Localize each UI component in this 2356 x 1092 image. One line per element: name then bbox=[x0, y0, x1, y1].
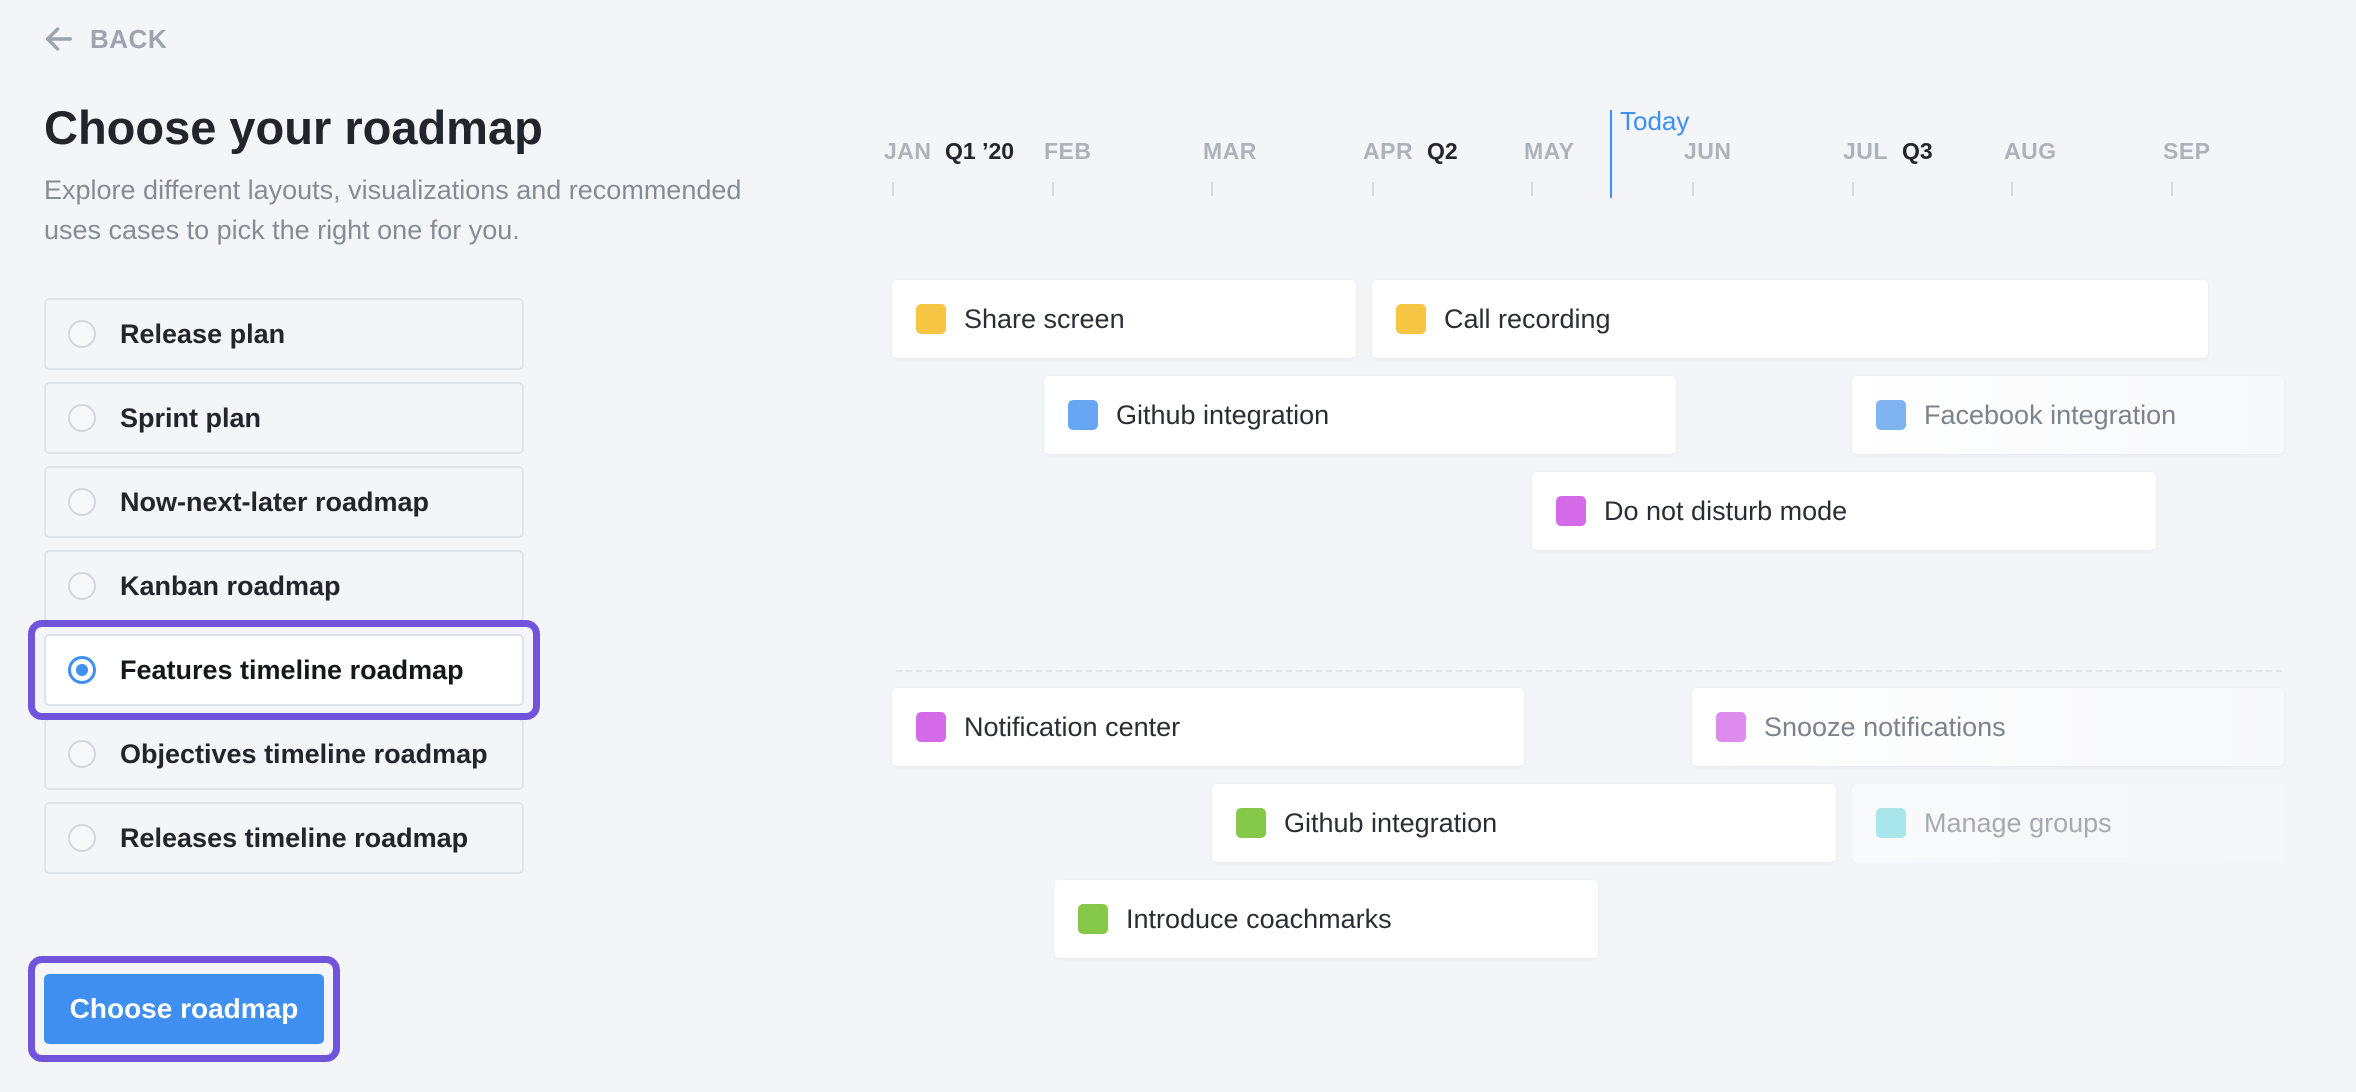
today-label: Today bbox=[1620, 106, 1690, 136]
option-label: Objectives timeline roadmap bbox=[120, 738, 488, 769]
color-chip bbox=[1396, 304, 1426, 334]
arrow-left-icon bbox=[45, 27, 73, 51]
color-chip bbox=[1236, 808, 1266, 838]
feature-label: Call recording bbox=[1444, 303, 1611, 334]
page-subtitle: Explore different layouts, visualization… bbox=[44, 175, 742, 245]
quarter-label: Q2 bbox=[1427, 138, 1458, 164]
color-chip bbox=[1716, 712, 1746, 742]
month-label: JUL bbox=[1843, 138, 1888, 164]
radio-button-selected[interactable] bbox=[68, 656, 96, 684]
radio-button[interactable] bbox=[68, 404, 96, 432]
feature-bar[interactable]: Github integration bbox=[1044, 376, 1676, 454]
feature-bar[interactable]: Call recording bbox=[1372, 280, 2208, 358]
option-label: Sprint plan bbox=[120, 402, 261, 433]
month-label: MAR bbox=[1203, 138, 1257, 164]
feature-label: Introduce coachmarks bbox=[1126, 903, 1392, 934]
option-kanban-roadmap[interactable]: Kanban roadmap bbox=[44, 550, 524, 622]
feature-bar[interactable]: Github integration bbox=[1212, 784, 1836, 862]
feature-label: Github integration bbox=[1284, 807, 1498, 838]
roadmap-options-list: Release plan Sprint plan Now-next-later … bbox=[44, 298, 524, 886]
month-label: AUG bbox=[2004, 138, 2057, 164]
month-label: SEP bbox=[2163, 138, 2211, 164]
feature-bar[interactable]: Do not disturb mode bbox=[1532, 472, 2156, 550]
feature-bar[interactable]: Snooze notifications bbox=[1692, 688, 2284, 766]
month-tick bbox=[2011, 182, 2013, 196]
month-tick bbox=[1211, 182, 1213, 196]
feature-bar[interactable]: Introduce coachmarks bbox=[1054, 880, 1598, 958]
month-tick bbox=[892, 182, 894, 196]
color-chip bbox=[1556, 496, 1586, 526]
month-label: JUN bbox=[1684, 138, 1732, 164]
feature-label: Do not disturb mode bbox=[1604, 495, 1848, 526]
month-tick bbox=[1372, 182, 1374, 196]
option-sprint-plan[interactable]: Sprint plan bbox=[44, 382, 524, 454]
feature-label: Snooze notifications bbox=[1764, 711, 2006, 742]
month-label: MAY bbox=[1524, 138, 1575, 164]
month-tick bbox=[1531, 182, 1533, 196]
option-label: Release plan bbox=[120, 318, 286, 349]
choose-roadmap-button[interactable]: Choose roadmap bbox=[44, 974, 324, 1044]
month-tick bbox=[2171, 182, 2173, 196]
feature-label: Notification center bbox=[964, 711, 1181, 742]
color-chip bbox=[1078, 904, 1108, 934]
group-divider bbox=[896, 670, 2282, 672]
month-tick bbox=[1052, 182, 1054, 196]
color-chip bbox=[1068, 400, 1098, 430]
feature-label: Manage groups bbox=[1924, 807, 2112, 838]
today-marker-line bbox=[1610, 110, 1612, 198]
month-label: JAN bbox=[884, 138, 932, 164]
back-link[interactable]: BACK bbox=[42, 22, 167, 56]
color-chip bbox=[916, 712, 946, 742]
option-now-next-later-roadmap[interactable]: Now-next-later roadmap bbox=[44, 466, 524, 538]
option-release-plan[interactable]: Release plan bbox=[44, 298, 524, 370]
color-chip bbox=[916, 304, 946, 334]
option-objectives-timeline-roadmap[interactable]: Objectives timeline roadmap bbox=[44, 718, 524, 790]
page-title: Choose your roadmap bbox=[44, 101, 543, 154]
radio-button[interactable] bbox=[68, 320, 96, 348]
option-label: Features timeline roadmap bbox=[120, 654, 464, 685]
radio-button[interactable] bbox=[68, 824, 96, 852]
option-releases-timeline-roadmap[interactable]: Releases timeline roadmap bbox=[44, 802, 524, 874]
feature-bar[interactable]: Facebook integration bbox=[1852, 376, 2284, 454]
feature-bar[interactable]: Share screen bbox=[892, 280, 1356, 358]
feature-label: Facebook integration bbox=[1924, 399, 2177, 430]
roadmap-picker-page: BACK Choose your roadmap Explore differe… bbox=[0, 0, 2356, 1092]
month-tick bbox=[1852, 182, 1854, 196]
option-label: Releases timeline roadmap bbox=[120, 822, 469, 853]
month-tick bbox=[1692, 182, 1694, 196]
quarter-label: Q1 ’20 bbox=[945, 138, 1015, 164]
feature-label: Github integration bbox=[1116, 399, 1330, 430]
option-label: Kanban roadmap bbox=[120, 570, 341, 601]
feature-bar[interactable]: Notification center bbox=[892, 688, 1524, 766]
radio-button[interactable] bbox=[68, 572, 96, 600]
option-features-timeline-roadmap[interactable]: Features timeline roadmap bbox=[44, 634, 524, 706]
color-chip bbox=[1876, 400, 1906, 430]
quarter-label: Q3 bbox=[1902, 138, 1933, 164]
color-chip bbox=[1876, 808, 1906, 838]
month-label: FEB bbox=[1044, 138, 1092, 164]
month-label: APR bbox=[1363, 138, 1414, 164]
back-label: BACK bbox=[90, 23, 168, 54]
radio-button[interactable] bbox=[68, 740, 96, 768]
feature-label: Share screen bbox=[964, 303, 1125, 334]
option-label: Now-next-later roadmap bbox=[120, 486, 430, 517]
radio-button[interactable] bbox=[68, 488, 96, 516]
feature-bar[interactable]: Manage groups bbox=[1852, 784, 2284, 862]
